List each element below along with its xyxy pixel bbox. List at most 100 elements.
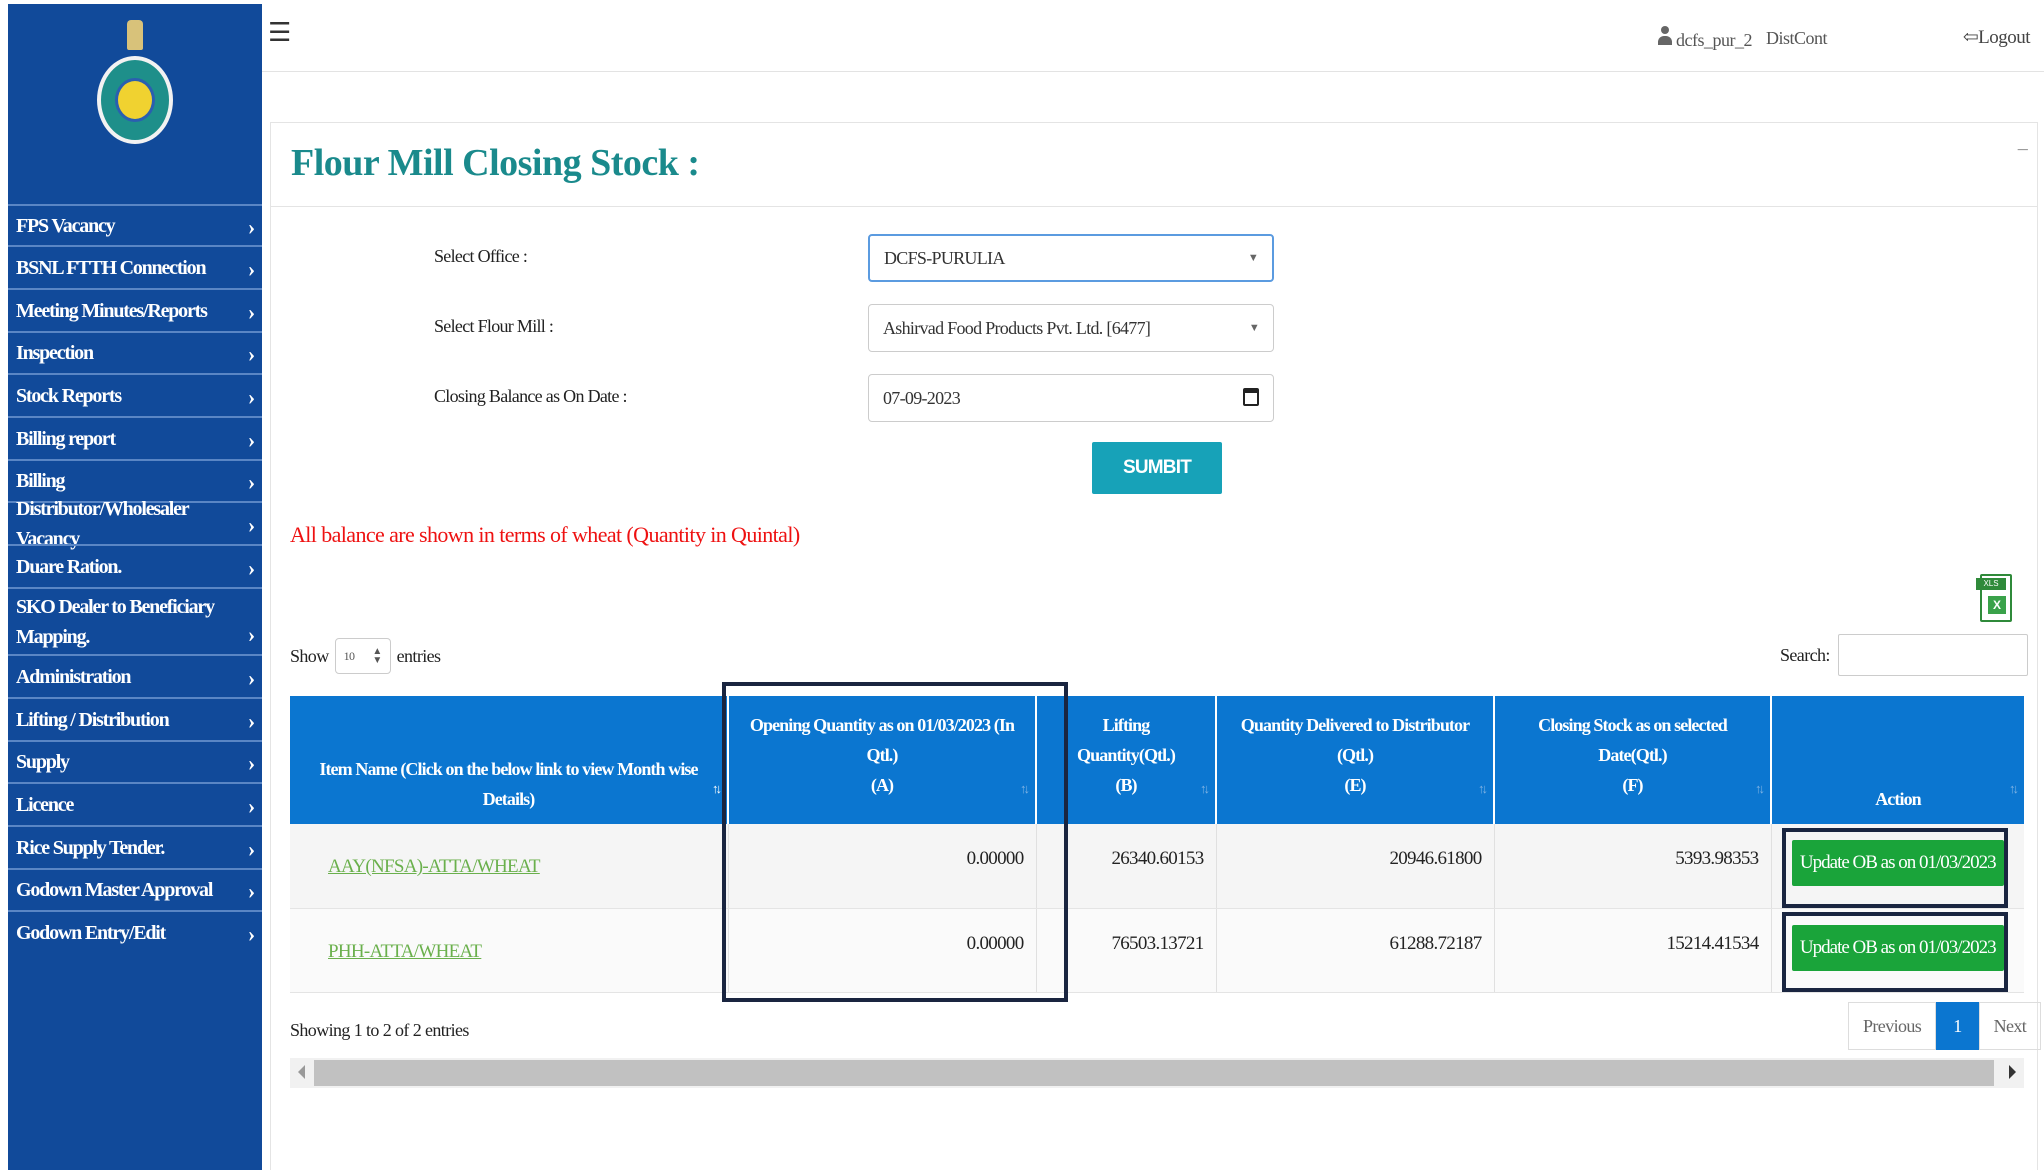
chevron-right-icon: › xyxy=(247,511,255,537)
submit-button[interactable]: SUMBIT xyxy=(1092,442,1222,494)
item-link[interactable]: PHH-ATTA/WHEAT xyxy=(328,941,482,962)
top-bar: ☰ dcfs_pur_2 DistCont ⇦Logout xyxy=(262,4,2044,72)
sidebar-item-label: Lifting / Distribution xyxy=(16,708,170,731)
sidebar-item-duare-ration[interactable]: Duare Ration. › xyxy=(8,544,262,587)
show-entries: Show 10 ▲ ▼ entries xyxy=(290,638,441,674)
excel-export-icon[interactable]: XLS X xyxy=(1976,574,2014,624)
sidebar-item-meeting-minutes[interactable]: Meeting Minutes/Reports › xyxy=(8,288,262,331)
card-header: Flour Mill Closing Stock : − xyxy=(271,123,2037,207)
office-select[interactable]: DCFS-PURULIA ▼ xyxy=(868,234,1274,282)
sidebar-item-inspection[interactable]: Inspection › xyxy=(8,331,262,373)
sidebar-item-distributor-vacancy[interactable]: Distributor/Wholesaler Vacancy › xyxy=(8,498,262,550)
search-input[interactable] xyxy=(1837,634,2028,676)
ashoka-pillar-icon xyxy=(127,20,143,50)
sidebar-item-supply[interactable]: Supply › xyxy=(8,740,262,782)
scroll-left-icon[interactable] xyxy=(298,1065,305,1079)
sidebar-nav: FPS Vacancy › BSNL FTTH Connection › Meeti… xyxy=(8,204,262,953)
sidebar-item-stock-reports[interactable]: Stock Reports › xyxy=(8,373,262,416)
scrollbar-thumb[interactable] xyxy=(314,1060,1994,1086)
sidebar-item-label: Stock Reports xyxy=(16,384,122,407)
calendar-icon[interactable] xyxy=(1243,388,1259,406)
sidebar-item-label: SKO Dealer to Beneficiary Mapping. xyxy=(16,595,215,648)
username: dcfs_pur_2 xyxy=(1658,26,1752,51)
sidebar-item-label: FPS Vacancy xyxy=(16,214,116,237)
closing-date-input[interactable]: 07-09-2023 xyxy=(868,374,1274,422)
updown-icon: ▲ ▼ xyxy=(372,646,382,666)
column-header-action[interactable]: Action ↑↓ xyxy=(1771,696,2024,824)
sidebar-item-lifting-distribution[interactable]: Lifting / Distribution › xyxy=(8,697,262,740)
sidebar-item-rice-supply-tender[interactable]: Rice Supply Tender. › xyxy=(8,825,262,868)
closing-date-label: Closing Balance as On Date : xyxy=(434,386,628,406)
logout-icon: ⇦ xyxy=(1962,27,1979,48)
chevron-right-icon: › xyxy=(247,664,255,690)
item-link[interactable]: AAY(NFSA)-ATTA/WHEAT xyxy=(328,856,540,877)
sidebar-item-label: Duare Ration. xyxy=(16,555,122,578)
chevron-right-icon: › xyxy=(247,255,255,281)
balance-note: All balance are shown in terms of wheat … xyxy=(290,522,800,547)
sort-icon: ↑↓ xyxy=(1478,781,1488,796)
cell-closing-stock: 5393.98353 xyxy=(1494,824,1772,909)
sidebar-item-label: Meeting Minutes/Reports xyxy=(16,299,208,322)
user-role: DistCont xyxy=(1765,28,1828,48)
table-row: AAY(NFSA)-ATTA/WHEAT 0.00000 26340.60153… xyxy=(290,824,2024,909)
table-search: Search: xyxy=(1780,634,2028,676)
horizontal-scrollbar[interactable] xyxy=(290,1058,2024,1088)
sidebar-item-administration[interactable]: Administration › xyxy=(8,654,262,697)
sidebar-item-label: Inspection xyxy=(16,342,94,364)
chevron-right-icon: › xyxy=(247,920,255,946)
highlight-box-update-button xyxy=(1782,828,2008,908)
next-page-button[interactable]: Next xyxy=(1978,1002,2042,1050)
sidebar-item-label: Godown Entry/Edit xyxy=(16,921,166,944)
sidebar-item-billing-report[interactable]: Billing report › xyxy=(8,416,262,459)
sidebar-item-label: Billing report xyxy=(16,427,116,450)
sidebar-item-label: Godown Master Approval xyxy=(16,879,213,901)
sort-icon: ↑↓ xyxy=(1200,781,1210,796)
page-title: Flour Mill Closing Stock : xyxy=(291,142,700,184)
collapse-icon[interactable]: − xyxy=(2017,137,2029,163)
cell-item-name: AAY(NFSA)-ATTA/WHEAT xyxy=(290,824,729,909)
column-header-closing-stock[interactable]: Closing Stock as on selected Date(Qtl.) (F… xyxy=(1494,696,1772,824)
column-header-quantity-delivered[interactable]: Quantity Delivered to Distributor (Qtl.)(… xyxy=(1216,696,1495,824)
cell-item-name: PHH-ATTA/WHEAT xyxy=(290,908,729,993)
entries-select[interactable]: 10 ▲ ▼ xyxy=(334,638,391,674)
column-header-item-name[interactable]: Item Name (Click on the below link to vi… xyxy=(290,696,729,824)
chevron-right-icon: › xyxy=(247,341,255,367)
previous-page-button[interactable]: Previous xyxy=(1848,1002,1937,1050)
page-1-button[interactable]: 1 xyxy=(1936,1002,1979,1050)
chevron-right-icon: › xyxy=(247,426,255,452)
pagination: Previous 1 Next xyxy=(1848,1002,2042,1050)
caret-down-icon: ▼ xyxy=(1247,252,1259,264)
entries-label: entries xyxy=(396,645,441,666)
office-select-value: DCFS-PURULIA xyxy=(884,247,1005,268)
table-info: Showing 1 to 2 of 2 entries xyxy=(290,1020,469,1040)
user-info: dcfs_pur_2 DistCont xyxy=(1658,26,1828,51)
sort-icon: ↑↓ xyxy=(1755,781,1765,796)
sidebar-item-label: Administration xyxy=(16,665,132,688)
sidebar-item-godown-master-approval[interactable]: Godown Master Approval › xyxy=(8,868,262,910)
table-header-row: Item Name (Click on the below link to vi… xyxy=(290,696,2024,824)
show-label: Show xyxy=(290,645,329,666)
sidebar-item-godown-entry-edit[interactable]: Godown Entry/Edit › xyxy=(8,910,262,953)
government-emblem-logo xyxy=(97,20,173,144)
closing-date-value: 07-09-2023 xyxy=(883,387,961,408)
office-label: Select Office : xyxy=(434,246,528,266)
caret-down-icon: ▼ xyxy=(1248,322,1260,334)
flour-mill-select[interactable]: Ashirvad Food Products Pvt. Ltd. [6477] … xyxy=(868,304,1274,352)
state-seal-icon xyxy=(97,56,173,144)
chevron-right-icon: › xyxy=(247,707,255,733)
sidebar-item-sko-dealer-mapping[interactable]: SKO Dealer to Beneficiary Mapping. › xyxy=(8,587,262,654)
scroll-right-icon[interactable] xyxy=(2009,1065,2016,1079)
logo-area xyxy=(8,4,262,204)
sidebar-item-licence[interactable]: Licence › xyxy=(8,782,262,825)
sort-icon: ↑↓ xyxy=(712,781,722,796)
chevron-right-icon: › xyxy=(247,383,255,409)
chevron-right-icon: › xyxy=(247,469,255,495)
highlight-box-update-button xyxy=(1782,912,2008,992)
hamburger-icon[interactable]: ☰ xyxy=(268,18,291,48)
table-row: PHH-ATTA/WHEAT 0.00000 76503.13721 61288… xyxy=(290,908,2024,993)
logout-link[interactable]: ⇦Logout xyxy=(1962,26,2031,49)
sidebar-item-bsnl-ftth[interactable]: BSNL FTTH Connection › xyxy=(8,245,262,288)
chevron-right-icon: › xyxy=(247,298,255,324)
sidebar-item-fps-vacancy[interactable]: FPS Vacancy › xyxy=(8,204,262,245)
sidebar: FPS Vacancy › BSNL FTTH Connection › Meeti… xyxy=(8,4,262,1170)
